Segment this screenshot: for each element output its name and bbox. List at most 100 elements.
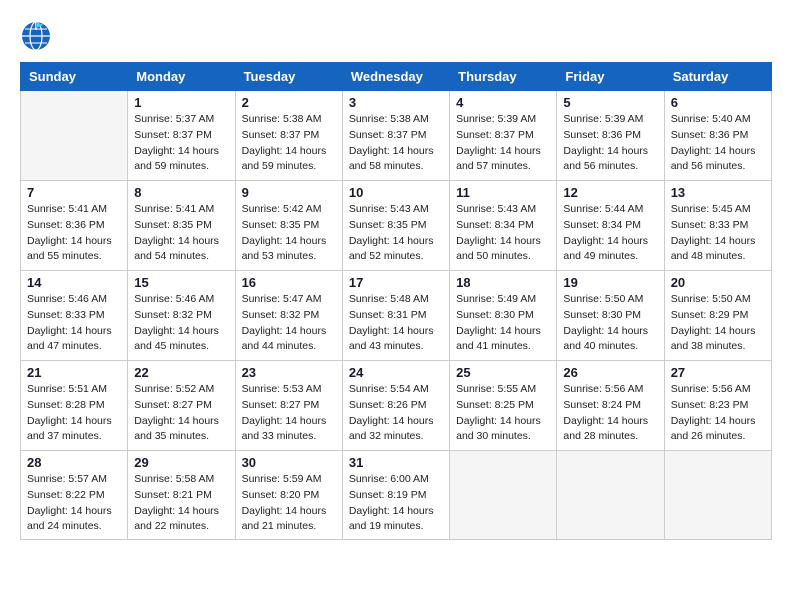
calendar-cell: 21 Sunrise: 5:51 AM Sunset: 8:28 PM Dayli… xyxy=(21,361,128,451)
day-info: Sunrise: 5:45 AM Sunset: 8:33 PM Dayligh… xyxy=(671,202,765,265)
day-number: 6 xyxy=(671,95,765,110)
day-number: 28 xyxy=(27,455,121,470)
day-info: Sunrise: 5:58 AM Sunset: 8:21 PM Dayligh… xyxy=(134,472,228,535)
calendar-cell: 1 Sunrise: 5:37 AM Sunset: 8:37 PM Daylig… xyxy=(128,91,235,181)
day-header-saturday: Saturday xyxy=(664,63,771,91)
day-header-tuesday: Tuesday xyxy=(235,63,342,91)
day-number: 12 xyxy=(563,185,657,200)
day-info: Sunrise: 5:43 AM Sunset: 8:34 PM Dayligh… xyxy=(456,202,550,265)
logo xyxy=(20,20,56,52)
calendar-cell: 31 Sunrise: 6:00 AM Sunset: 8:19 PM Dayli… xyxy=(342,451,449,540)
calendar-cell: 7 Sunrise: 5:41 AM Sunset: 8:36 PM Daylig… xyxy=(21,181,128,271)
day-number: 14 xyxy=(27,275,121,290)
calendar-cell: 8 Sunrise: 5:41 AM Sunset: 8:35 PM Daylig… xyxy=(128,181,235,271)
day-info: Sunrise: 5:53 AM Sunset: 8:27 PM Dayligh… xyxy=(242,382,336,445)
calendar-cell: 2 Sunrise: 5:38 AM Sunset: 8:37 PM Daylig… xyxy=(235,91,342,181)
calendar-cell: 9 Sunrise: 5:42 AM Sunset: 8:35 PM Daylig… xyxy=(235,181,342,271)
calendar-header-row: SundayMondayTuesdayWednesdayThursdayFrid… xyxy=(21,63,772,91)
calendar-week-row: 7 Sunrise: 5:41 AM Sunset: 8:36 PM Daylig… xyxy=(21,181,772,271)
day-number: 2 xyxy=(242,95,336,110)
calendar-table: SundayMondayTuesdayWednesdayThursdayFrid… xyxy=(20,62,772,540)
day-info: Sunrise: 5:40 AM Sunset: 8:36 PM Dayligh… xyxy=(671,112,765,175)
day-number: 10 xyxy=(349,185,443,200)
day-info: Sunrise: 5:43 AM Sunset: 8:35 PM Dayligh… xyxy=(349,202,443,265)
day-info: Sunrise: 5:57 AM Sunset: 8:22 PM Dayligh… xyxy=(27,472,121,535)
day-info: Sunrise: 5:52 AM Sunset: 8:27 PM Dayligh… xyxy=(134,382,228,445)
day-number: 23 xyxy=(242,365,336,380)
day-info: Sunrise: 5:50 AM Sunset: 8:30 PM Dayligh… xyxy=(563,292,657,355)
calendar-cell: 14 Sunrise: 5:46 AM Sunset: 8:33 PM Dayli… xyxy=(21,271,128,361)
calendar-cell: 16 Sunrise: 5:47 AM Sunset: 8:32 PM Dayli… xyxy=(235,271,342,361)
day-info: Sunrise: 5:42 AM Sunset: 8:35 PM Dayligh… xyxy=(242,202,336,265)
day-info: Sunrise: 5:38 AM Sunset: 8:37 PM Dayligh… xyxy=(242,112,336,175)
day-info: Sunrise: 5:55 AM Sunset: 8:25 PM Dayligh… xyxy=(456,382,550,445)
calendar-cell: 22 Sunrise: 5:52 AM Sunset: 8:27 PM Dayli… xyxy=(128,361,235,451)
day-header-sunday: Sunday xyxy=(21,63,128,91)
calendar-week-row: 28 Sunrise: 5:57 AM Sunset: 8:22 PM Dayli… xyxy=(21,451,772,540)
day-number: 1 xyxy=(134,95,228,110)
day-info: Sunrise: 5:46 AM Sunset: 8:33 PM Dayligh… xyxy=(27,292,121,355)
day-info: Sunrise: 5:41 AM Sunset: 8:35 PM Dayligh… xyxy=(134,202,228,265)
day-info: Sunrise: 5:54 AM Sunset: 8:26 PM Dayligh… xyxy=(349,382,443,445)
calendar-cell xyxy=(450,451,557,540)
calendar-cell xyxy=(664,451,771,540)
day-number: 7 xyxy=(27,185,121,200)
day-number: 18 xyxy=(456,275,550,290)
calendar-cell: 10 Sunrise: 5:43 AM Sunset: 8:35 PM Dayli… xyxy=(342,181,449,271)
calendar-cell: 20 Sunrise: 5:50 AM Sunset: 8:29 PM Dayli… xyxy=(664,271,771,361)
calendar-cell: 23 Sunrise: 5:53 AM Sunset: 8:27 PM Dayli… xyxy=(235,361,342,451)
day-number: 29 xyxy=(134,455,228,470)
day-info: Sunrise: 5:44 AM Sunset: 8:34 PM Dayligh… xyxy=(563,202,657,265)
calendar-cell: 27Sunrise: 5:56 AM Sunset: 8:23 PM Dayli… xyxy=(664,361,771,451)
day-info: Sunrise: 5:56 AM Sunset: 8:23 PM Dayligh… xyxy=(671,382,765,445)
globe-icon xyxy=(20,20,52,52)
day-header-friday: Friday xyxy=(557,63,664,91)
calendar-cell: 15Sunrise: 5:46 AM Sunset: 8:32 PM Dayli… xyxy=(128,271,235,361)
day-number: 30 xyxy=(242,455,336,470)
day-number: 3 xyxy=(349,95,443,110)
day-info: Sunrise: 5:38 AM Sunset: 8:37 PM Dayligh… xyxy=(349,112,443,175)
calendar-cell xyxy=(557,451,664,540)
day-number: 17 xyxy=(349,275,443,290)
calendar-cell: 13Sunrise: 5:45 AM Sunset: 8:33 PM Dayli… xyxy=(664,181,771,271)
day-info: Sunrise: 5:47 AM Sunset: 8:32 PM Dayligh… xyxy=(242,292,336,355)
day-number: 25 xyxy=(456,365,550,380)
day-number: 24 xyxy=(349,365,443,380)
calendar-cell: 30Sunrise: 5:59 AM Sunset: 8:20 PM Dayli… xyxy=(235,451,342,540)
calendar-cell: 17 Sunrise: 5:48 AM Sunset: 8:31 PM Dayli… xyxy=(342,271,449,361)
header xyxy=(20,20,772,52)
calendar-cell: 26 Sunrise: 5:56 AM Sunset: 8:24 PM Dayli… xyxy=(557,361,664,451)
day-number: 16 xyxy=(242,275,336,290)
day-info: Sunrise: 5:56 AM Sunset: 8:24 PM Dayligh… xyxy=(563,382,657,445)
calendar-cell: 24 Sunrise: 5:54 AM Sunset: 8:26 PM Dayli… xyxy=(342,361,449,451)
day-number: 8 xyxy=(134,185,228,200)
day-info: Sunrise: 5:37 AM Sunset: 8:37 PM Dayligh… xyxy=(134,112,228,175)
day-number: 9 xyxy=(242,185,336,200)
calendar-cell: 4Sunrise: 5:39 AM Sunset: 8:37 PM Daylig… xyxy=(450,91,557,181)
day-number: 4 xyxy=(456,95,550,110)
day-info: Sunrise: 5:50 AM Sunset: 8:29 PM Dayligh… xyxy=(671,292,765,355)
calendar-cell: 6 Sunrise: 5:40 AM Sunset: 8:36 PM Daylig… xyxy=(664,91,771,181)
calendar-cell: 3 Sunrise: 5:38 AM Sunset: 8:37 PM Daylig… xyxy=(342,91,449,181)
calendar-week-row: 21 Sunrise: 5:51 AM Sunset: 8:28 PM Dayli… xyxy=(21,361,772,451)
day-number: 21 xyxy=(27,365,121,380)
calendar-week-row: 14 Sunrise: 5:46 AM Sunset: 8:33 PM Dayli… xyxy=(21,271,772,361)
calendar-cell: 5 Sunrise: 5:39 AM Sunset: 8:36 PM Daylig… xyxy=(557,91,664,181)
day-info: Sunrise: 6:00 AM Sunset: 8:19 PM Dayligh… xyxy=(349,472,443,535)
day-number: 5 xyxy=(563,95,657,110)
calendar-cell: 18Sunrise: 5:49 AM Sunset: 8:30 PM Dayli… xyxy=(450,271,557,361)
day-header-thursday: Thursday xyxy=(450,63,557,91)
day-number: 22 xyxy=(134,365,228,380)
calendar-week-row: 1 Sunrise: 5:37 AM Sunset: 8:37 PM Daylig… xyxy=(21,91,772,181)
day-info: Sunrise: 5:41 AM Sunset: 8:36 PM Dayligh… xyxy=(27,202,121,265)
calendar-cell xyxy=(21,91,128,181)
day-number: 31 xyxy=(349,455,443,470)
day-number: 15 xyxy=(134,275,228,290)
day-info: Sunrise: 5:51 AM Sunset: 8:28 PM Dayligh… xyxy=(27,382,121,445)
day-info: Sunrise: 5:48 AM Sunset: 8:31 PM Dayligh… xyxy=(349,292,443,355)
day-header-wednesday: Wednesday xyxy=(342,63,449,91)
day-info: Sunrise: 5:39 AM Sunset: 8:36 PM Dayligh… xyxy=(563,112,657,175)
calendar-cell: 29 Sunrise: 5:58 AM Sunset: 8:21 PM Dayli… xyxy=(128,451,235,540)
day-number: 26 xyxy=(563,365,657,380)
day-number: 20 xyxy=(671,275,765,290)
